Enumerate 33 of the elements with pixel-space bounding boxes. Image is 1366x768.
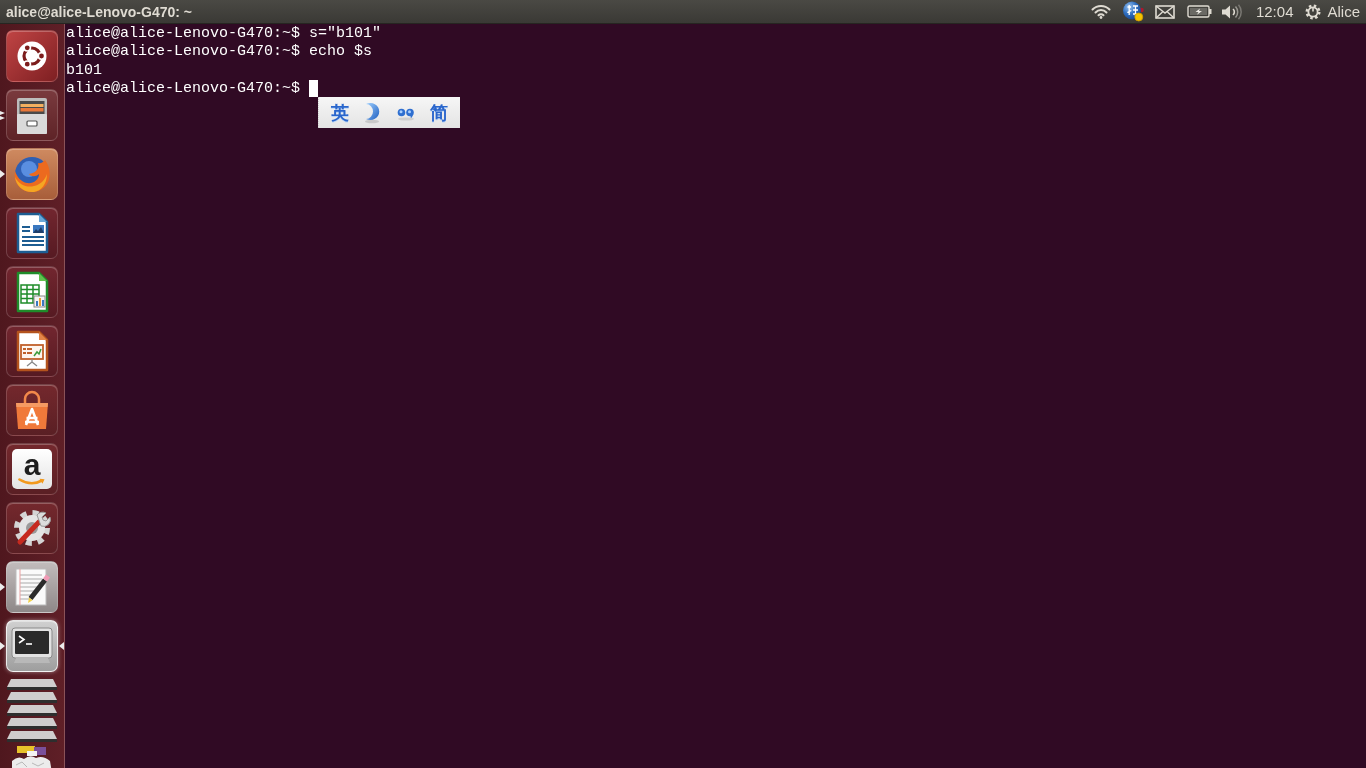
launcher-app-button[interactable]	[6, 30, 58, 82]
input-mode-button[interactable]: 英	[331, 101, 350, 124]
clock[interactable]: 12:04	[1255, 3, 1294, 20]
paper-pile-icon[interactable]	[12, 746, 52, 768]
launcher-app-button[interactable]	[6, 89, 58, 141]
collapsed-launcher-icon[interactable]	[7, 731, 57, 742]
envelope-icon[interactable]	[1154, 4, 1175, 19]
collapsed-launcher-icon[interactable]	[7, 718, 57, 729]
globe-badge-icon[interactable]	[1121, 1, 1144, 22]
launcher-app-button[interactable]	[6, 207, 58, 259]
launcher-app-button[interactable]	[6, 325, 58, 377]
gear-icon[interactable]	[1305, 3, 1322, 20]
user-name[interactable]: Alice	[1327, 3, 1360, 20]
collapsed-launcher-icon[interactable]	[7, 692, 57, 703]
terminal-line: alice@alice-Lenovo-G470:~$ echo $s	[66, 43, 373, 61]
launcher-app-button[interactable]	[6, 384, 58, 436]
launcher-app-button[interactable]	[6, 561, 58, 613]
volume-icon[interactable]	[1220, 3, 1243, 20]
collapsed-launcher-icon[interactable]	[7, 705, 57, 716]
collapsed-launcher-icon[interactable]	[7, 679, 57, 690]
window-title: alice@alice-Lenovo-G470: ~	[6, 3, 192, 20]
battery-icon[interactable]	[1186, 5, 1212, 18]
wifi-icon[interactable]	[1090, 4, 1111, 19]
terminal-line: alice@alice-Lenovo-G470:~$ s="b101"	[66, 25, 382, 42]
input-mode-button[interactable]: 简	[429, 101, 448, 124]
launcher-app-button[interactable]	[6, 620, 58, 672]
launcher-app-button[interactable]	[6, 266, 58, 318]
terminal-line: alice@alice-Lenovo-G470:~$	[66, 80, 301, 97]
launcher-app-button[interactable]: a	[6, 443, 58, 495]
smile-arrow-icon	[18, 478, 46, 486]
logo-letter: a	[23, 452, 41, 478]
terminal-line: b101	[66, 61, 102, 79]
launcher-app-button[interactable]	[6, 502, 58, 554]
